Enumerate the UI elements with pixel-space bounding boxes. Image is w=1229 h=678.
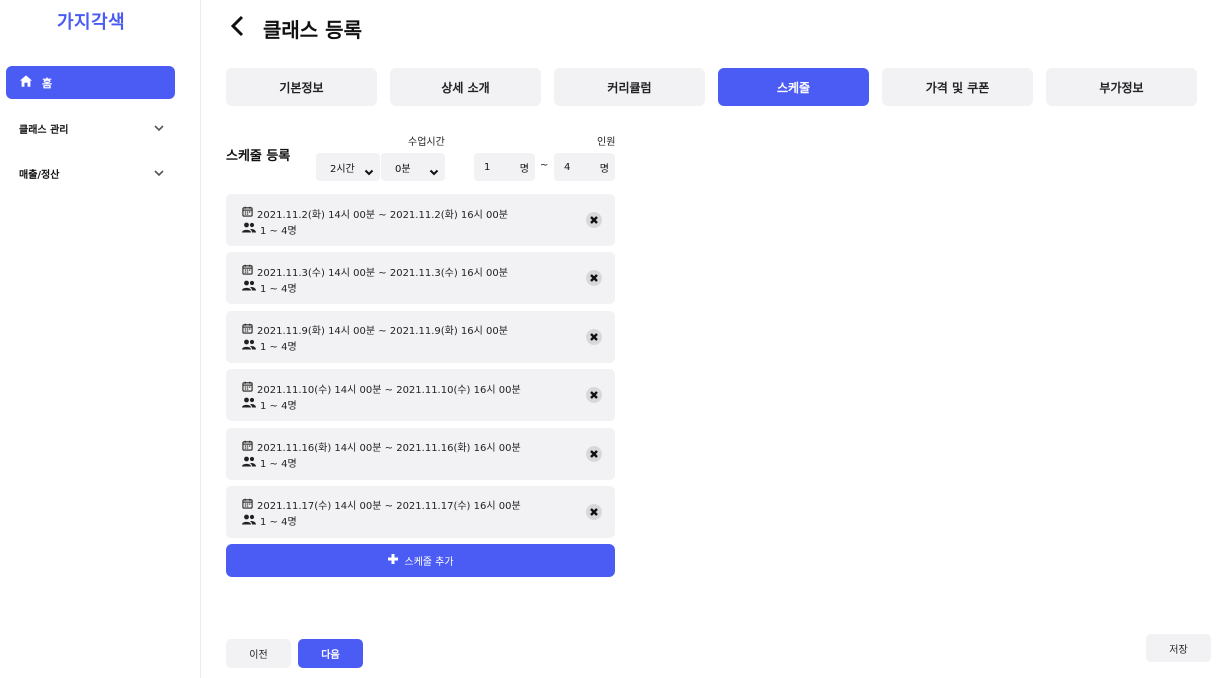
duration-label: 수업시간 (408, 137, 445, 148)
capacity-label: 인원 (597, 137, 616, 148)
schedule-people-row: 1 ~ 4명 (242, 396, 615, 412)
schedule-people-row: 1 ~ 4명 (242, 279, 615, 295)
schedule-time-row: 2021.11.10(수) 14시 00분 ~ 2021.11.10(수) 16… (242, 380, 615, 396)
schedule-time: 2021.11.16(화) 14시 00분 ~ 2021.11.16(화) 16… (257, 443, 521, 455)
close-icon (590, 508, 598, 516)
schedule-item: 2021.11.16(화) 14시 00분 ~ 2021.11.16(화) 16… (226, 427, 615, 480)
remove-schedule-button[interactable] (586, 328, 602, 345)
calendar-icon (242, 381, 257, 395)
schedule-time: 2021.11.3(수) 14시 00분 ~ 2021.11.3(수) 16시 … (257, 267, 508, 279)
schedule-people: 1 ~ 4명 (260, 283, 297, 295)
remove-schedule-button[interactable] (586, 503, 602, 520)
schedule-people-row: 1 ~ 4명 (242, 338, 615, 354)
home-icon (19, 73, 33, 92)
max-capacity-value: 4 (564, 161, 571, 173)
schedule-people: 1 ~ 4명 (260, 517, 297, 529)
calendar-icon (242, 440, 257, 454)
calendar-icon (242, 206, 257, 220)
schedule-item: 2021.11.10(수) 14시 00분 ~ 2021.11.10(수) 16… (226, 369, 615, 422)
schedule-item: 2021.11.2(화) 14시 00분 ~ 2021.11.2(화) 16시 … (226, 194, 615, 246)
schedule-time-row: 2021.11.3(수) 14시 00분 ~ 2021.11.3(수) 16시 … (242, 263, 615, 279)
tab-basic-info[interactable]: 기본정보 (226, 68, 377, 106)
users-icon (242, 514, 260, 528)
close-icon (590, 449, 598, 458)
minutes-select-value: 0분 (395, 163, 411, 175)
close-icon (590, 391, 598, 400)
schedule-people-row: 1 ~ 4명 (242, 513, 615, 529)
unit-label: 명 (599, 163, 609, 175)
sidebar-item-label: 매출/정산 (19, 169, 60, 181)
chevron-down-icon (153, 164, 165, 183)
schedule-item: 2021.11.17(수) 14시 00분 ~ 2021.11.17(수) 16… (226, 485, 615, 538)
tab-additional-info[interactable]: 부가정보 (1046, 68, 1197, 106)
schedule-section-title: 스케줄 등록 (226, 149, 291, 164)
schedule-people-row: 1 ~ 4명 (242, 221, 615, 237)
schedule-time: 2021.11.10(수) 14시 00분 ~ 2021.11.10(수) 16… (257, 384, 521, 396)
schedule-people-row: 1 ~ 4명 (242, 455, 615, 471)
schedule-time-row: 2021.11.16(화) 14시 00분 ~ 2021.11.16(화) 16… (242, 439, 615, 455)
schedule-time-row: 2021.11.2(화) 14시 00분 ~ 2021.11.2(화) 16시 … (242, 205, 615, 221)
minutes-select[interactable]: 0분 (381, 153, 445, 181)
add-schedule-label: 스케줄 추가 (404, 557, 454, 568)
schedule-time: 2021.11.9(화) 14시 00분 ~ 2021.11.9(화) 16시 … (257, 326, 508, 338)
next-button[interactable]: 다음 (298, 639, 363, 668)
prev-button[interactable]: 이전 (226, 639, 291, 668)
schedule-time-row: 2021.11.9(화) 14시 00분 ~ 2021.11.9(화) 16시 … (242, 322, 615, 338)
sidebar-item-label: 클래스 관리 (19, 124, 69, 136)
tab-curriculum[interactable]: 커리큘럼 (554, 68, 705, 106)
remove-schedule-button[interactable] (586, 445, 602, 462)
min-capacity-value: 1 (484, 161, 491, 173)
remove-schedule-button[interactable] (586, 212, 602, 228)
min-capacity-input[interactable]: 1 명 (474, 153, 535, 181)
schedule-item: 2021.11.9(화) 14시 00분 ~ 2021.11.9(화) 16시 … (226, 310, 615, 363)
sidebar-item-label: 홈 (42, 76, 53, 90)
plus-icon (387, 553, 404, 568)
sidebar-item-class-management[interactable]: 클래스 관리 (19, 117, 165, 139)
save-button[interactable]: 저장 (1146, 634, 1211, 662)
calendar-icon (242, 498, 257, 512)
users-icon (242, 456, 260, 470)
users-icon (242, 397, 260, 411)
hours-select-value: 2시간 (330, 163, 355, 175)
users-icon (242, 222, 260, 236)
page-title: 클래스 등록 (263, 17, 362, 42)
schedule-time-row: 2021.11.17(수) 14시 00분 ~ 2021.11.17(수) 16… (242, 497, 615, 513)
schedule-people: 1 ~ 4명 (260, 400, 297, 412)
tab-price-coupon[interactable]: 가격 및 쿠폰 (882, 68, 1033, 106)
add-schedule-button[interactable]: 스케줄 추가 (226, 544, 615, 577)
chevron-left-icon[interactable] (229, 14, 247, 42)
users-icon (242, 280, 260, 294)
chevron-down-icon (153, 119, 165, 138)
close-icon (590, 216, 598, 224)
range-separator: ~ (540, 160, 549, 171)
schedule-time: 2021.11.2(화) 14시 00분 ~ 2021.11.2(화) 16시 … (257, 209, 508, 221)
calendar-icon (242, 323, 257, 337)
schedule-people: 1 ~ 4명 (260, 459, 297, 471)
brand-logo[interactable]: 가지각색 (57, 8, 125, 34)
schedule-item: 2021.11.3(수) 14시 00분 ~ 2021.11.3(수) 16시 … (226, 252, 615, 305)
schedule-people: 1 ~ 4명 (260, 225, 297, 237)
schedule-time: 2021.11.17(수) 14시 00분 ~ 2021.11.17(수) 16… (257, 501, 521, 513)
tab-detail-intro[interactable]: 상세 소개 (390, 68, 541, 106)
calendar-icon (242, 264, 257, 278)
close-icon (590, 332, 598, 341)
unit-label: 명 (519, 163, 529, 175)
tab-schedule[interactable]: 스케줄 (718, 68, 869, 106)
schedule-list: 2021.11.2(화) 14시 00분 ~ 2021.11.2(화) 16시 … (226, 194, 615, 544)
page-header: 클래스 등록 (229, 12, 362, 44)
schedule-people: 1 ~ 4명 (260, 342, 297, 354)
sidebar-item-sales-settlement[interactable]: 매출/정산 (19, 162, 165, 184)
max-capacity-input[interactable]: 4 명 (554, 153, 615, 181)
hours-select[interactable]: 2시간 (316, 153, 380, 181)
close-icon (590, 274, 598, 283)
users-icon (242, 339, 260, 353)
sidebar: 가지각색 홈 클래스 관리 매출/정산 (0, 0, 201, 678)
sidebar-item-home[interactable]: 홈 (6, 66, 175, 99)
tab-bar: 기본정보 상세 소개 커리큘럼 스케줄 가격 및 쿠폰 부가정보 (226, 68, 1197, 106)
